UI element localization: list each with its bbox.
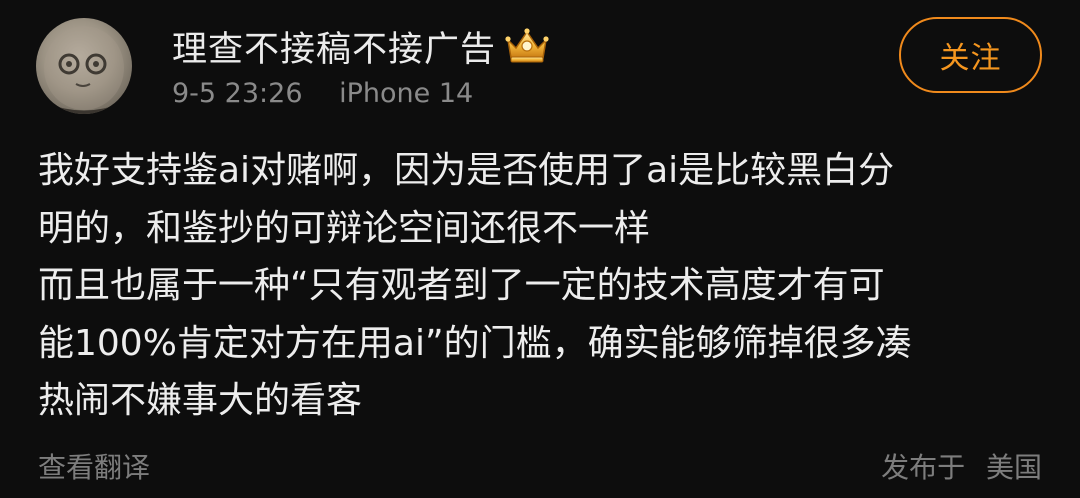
content-line: 能100%肯定对方在用ai”的门槛，确实能够筛掉很多凑 xyxy=(38,322,912,364)
post-device: iPhone 14 xyxy=(339,78,474,109)
post-content: 我好支持鉴ai对赌啊，因为是否使用了ai是比较黑白分 明的，和鉴抄的可辩论空间还… xyxy=(38,142,1048,430)
content-line: 我好支持鉴ai对赌啊，因为是否使用了ai是比较黑白分 xyxy=(38,150,895,191)
location-value: 美国 xyxy=(985,451,1042,484)
vip-crown-icon[interactable] xyxy=(504,26,550,66)
content-line: 而且也属于一种“只有观者到了一定的技术高度才有可 xyxy=(38,265,885,306)
location-prefix: 发布于 xyxy=(881,451,966,484)
content-line: 热闹不嫌事大的看客 xyxy=(38,380,363,421)
author-row: 理查不接稿不接广告 xyxy=(172,22,550,70)
content-line: 明的，和鉴抄的可辩论空间还很不一样 xyxy=(38,207,651,249)
post-location: 发布于 美国 xyxy=(881,446,1042,486)
follow-button[interactable]: 关注 xyxy=(899,17,1042,93)
stone-face-avatar-icon xyxy=(36,26,132,114)
translate-link[interactable]: 查看翻译 xyxy=(38,446,150,486)
author-name[interactable]: 理查不接稿不接广告 xyxy=(172,21,496,72)
post-time: 9-5 23:26 xyxy=(172,78,303,109)
avatar[interactable] xyxy=(36,18,132,114)
post-meta: 9-5 23:26 iPhone 14 xyxy=(172,78,473,109)
post-card: 理查不接稿不接广告 9-5 23:26 iPhone 14 关注 我好支持鉴ai… xyxy=(0,0,1080,498)
